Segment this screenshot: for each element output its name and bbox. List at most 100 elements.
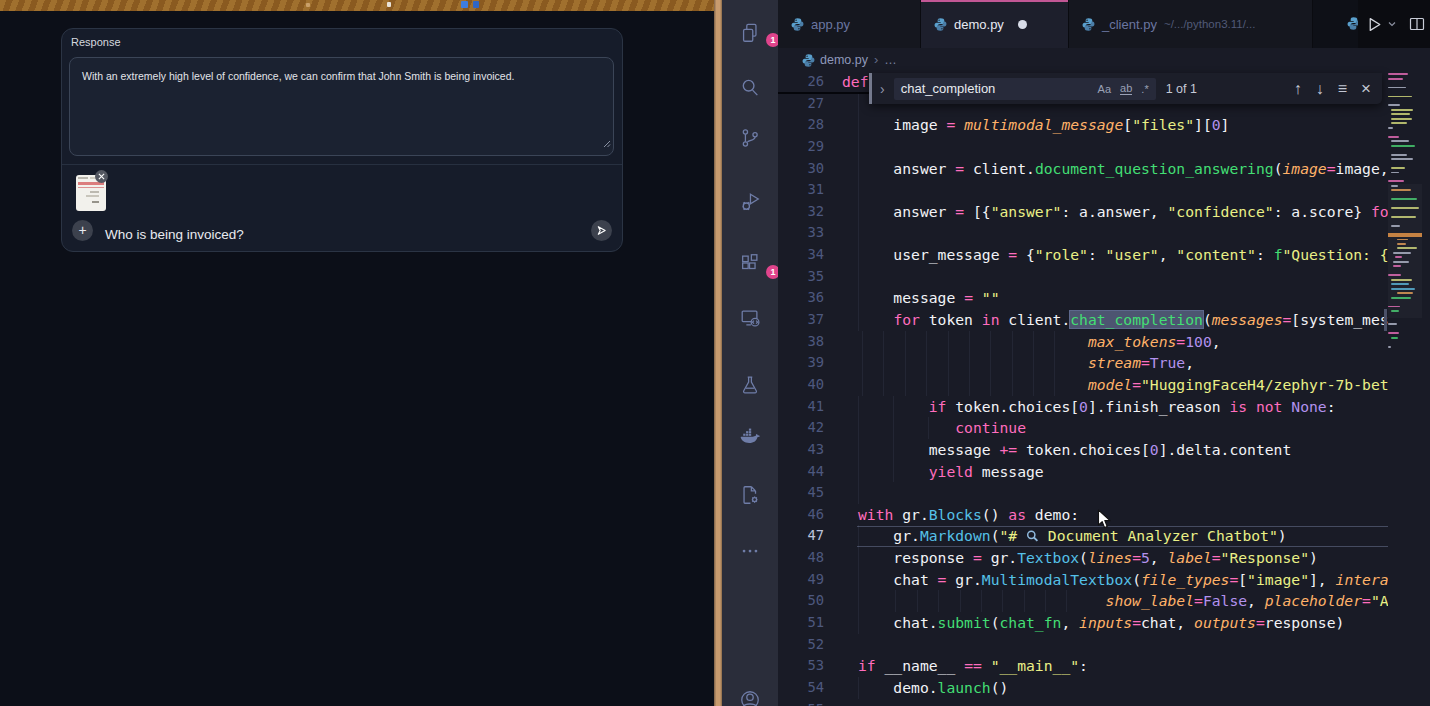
code-line: answer = client.document_question_answer… <box>778 158 1388 180</box>
tab-bar: app.py demo.py _client.py ~/.../python3.… <box>778 0 1430 48</box>
regex-toggle[interactable]: .* <box>1141 83 1148 95</box>
tab-app-py[interactable]: app.py <box>778 0 921 48</box>
line-number: 38 <box>778 331 824 353</box>
explorer-icon[interactable] <box>739 22 761 44</box>
search-icon[interactable] <box>739 77 761 99</box>
code-line: if token.choices[0].finish_reason is not… <box>778 396 1388 418</box>
python-file-icon <box>790 17 805 32</box>
line-number: 34 <box>778 244 824 266</box>
run-debug-icon[interactable] <box>739 191 761 213</box>
modified-dot-icon[interactable] <box>1018 20 1027 29</box>
line-number: 26 <box>778 71 824 93</box>
line-number: 37 <box>778 309 824 331</box>
line-number: 51 <box>778 612 824 634</box>
tab-demo-py[interactable]: demo.py <box>921 0 1069 48</box>
line-number: 50 <box>778 590 824 612</box>
gradio-app-window: Response With an extremely high level of… <box>0 0 714 706</box>
code-line: user_message = {"role": "user", "content… <box>778 244 1388 266</box>
more-actions-icon[interactable] <box>739 540 761 562</box>
code-line: max_tokens=100, <box>778 331 1388 353</box>
line-number: 29 <box>778 136 824 158</box>
breadcrumb-separator: › <box>874 52 878 67</box>
source-control-icon[interactable] <box>739 127 761 149</box>
find-query[interactable]: chat_completion <box>901 81 1089 96</box>
line-number: 27 <box>778 93 824 115</box>
whole-word-toggle[interactable]: ab <box>1120 82 1132 95</box>
browser-top-stripe <box>0 0 714 11</box>
line-number: 36 <box>778 287 824 309</box>
line-number: 41 <box>778 396 824 418</box>
sticky-scroll-border <box>778 92 872 94</box>
find-results-count: 1 of 1 <box>1166 82 1197 96</box>
breadcrumb-file[interactable]: demo.py <box>820 53 868 67</box>
line-number: 53 <box>778 655 824 677</box>
window-separator[interactable] <box>714 0 722 706</box>
split-editor-icon[interactable] <box>1409 16 1425 32</box>
code-area[interactable]: def chat_fn(multimodal_message): image =… <box>778 71 1388 706</box>
line-number: 33 <box>778 222 824 244</box>
find-close-button[interactable]: × <box>1361 79 1371 99</box>
code-line: model="HuggingFaceH4/zephyr-7b-beta"): <box>778 374 1388 396</box>
toggle-replace-icon[interactable]: › <box>880 81 885 97</box>
remove-attachment-button[interactable] <box>95 170 108 183</box>
python-file-icon <box>933 17 948 32</box>
vscode-window: 1 1 <box>722 0 1430 706</box>
code-line: chat.submit(chat_fn, inputs=chat, output… <box>778 612 1388 634</box>
resize-handle-icon[interactable] <box>601 137 611 153</box>
line-number: 49 <box>778 569 824 591</box>
line-number: 55 <box>778 699 824 706</box>
code-editor[interactable]: def chat_fn(multimodal_message): image =… <box>778 71 1430 706</box>
code-line: image = multimodal_message["files"][0] <box>778 114 1388 136</box>
account-icon[interactable] <box>739 689 761 706</box>
line-number: 48 <box>778 547 824 569</box>
send-button[interactable] <box>591 220 612 241</box>
code-line <box>778 136 1388 158</box>
tab-label: demo.py <box>954 17 1004 32</box>
code-line <box>778 482 1388 504</box>
line-number: 43 <box>778 439 824 461</box>
run-dropdown-icon[interactable] <box>1387 19 1397 29</box>
tab-label: app.py <box>811 17 850 32</box>
minimap-slider[interactable] <box>1388 184 1422 318</box>
active-tab-indicator <box>921 0 1068 2</box>
current-line-highlight <box>857 526 1388 548</box>
code-line: chat = gr.MultimodalTextbox(file_types=[… <box>778 569 1388 591</box>
file-settings-icon[interactable] <box>739 484 761 506</box>
find-widget-sash[interactable] <box>869 73 872 104</box>
code-line: for token in client.chat_completion(mess… <box>778 309 1388 331</box>
breadcrumb[interactable]: demo.py › … <box>778 48 1430 71</box>
line-number: 31 <box>778 179 824 201</box>
mouse-cursor <box>1097 509 1112 530</box>
line-number: 52 <box>778 634 824 656</box>
line-number: 44 <box>778 461 824 483</box>
line-number: 45 <box>778 482 824 504</box>
line-number: 30 <box>778 158 824 180</box>
breadcrumb-more[interactable]: … <box>884 53 897 67</box>
tab-client-py[interactable]: _client.py ~/.../python3.11/... <box>1069 0 1313 48</box>
extensions-icon[interactable] <box>739 252 761 274</box>
remote-explorer-icon[interactable] <box>739 307 761 329</box>
match-case-toggle[interactable]: Aa <box>1098 83 1111 95</box>
response-label: Response <box>71 36 121 48</box>
chat-input[interactable]: Who is being invoiced? <box>105 224 244 245</box>
line-number-gutter: 2627282930313233343536373839404142434445… <box>778 71 824 706</box>
find-input[interactable]: chat_completion Aa ab .* <box>894 78 1156 100</box>
find-previous-button[interactable]: ↑ <box>1294 80 1302 98</box>
add-file-button[interactable]: + <box>72 220 93 241</box>
find-next-button[interactable]: ↓ <box>1316 80 1324 98</box>
python-file-icon <box>1081 17 1096 32</box>
overview-ruler-mark <box>1384 309 1387 331</box>
run-button[interactable] <box>1366 16 1383 33</box>
find-in-selection-button[interactable]: ≡ <box>1338 80 1347 98</box>
python-file-icon <box>801 53 815 67</box>
response-panel: Response With an extremely high level of… <box>61 28 623 252</box>
response-textarea[interactable]: With an extremely high level of confiden… <box>69 57 614 156</box>
panel-divider <box>62 164 622 165</box>
code-line: message = "" <box>778 287 1388 309</box>
line-number: 40 <box>778 374 824 396</box>
toolbar-icon <box>461 1 468 8</box>
docker-icon[interactable] <box>739 426 761 448</box>
testing-icon[interactable] <box>739 374 761 396</box>
code-line: message += token.choices[0].delta.conten… <box>778 439 1388 461</box>
line-number: 32 <box>778 201 824 223</box>
